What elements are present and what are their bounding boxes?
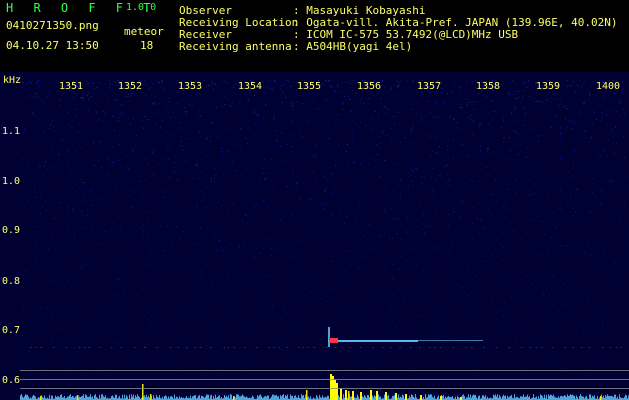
- time-tick-1356: 1356: [357, 81, 381, 92]
- time-tick-1354: 1354: [238, 81, 262, 92]
- freq-tick-0-7: 0.7: [2, 325, 20, 336]
- time-tick-1358: 1358: [476, 81, 500, 92]
- time-tick-1357: 1357: [417, 81, 441, 92]
- time-tick-1359: 1359: [536, 81, 560, 92]
- antenna-value: : A504HB(yagi 4el): [293, 40, 413, 53]
- spectrogram: kHz 1351 1352 1353 1354 1355 1356 1357 1…: [0, 72, 629, 400]
- meteor-label: meteor: [124, 25, 164, 38]
- header-panel: H R O F F T 1.0.0 0410271350.png 04.10.2…: [0, 0, 629, 72]
- freq-tick-0-6: 0.6: [2, 375, 20, 386]
- time-tick-1351: 1351: [59, 81, 83, 92]
- time-tick-1353: 1353: [178, 81, 202, 92]
- time-tick-1400: 1400: [596, 81, 620, 92]
- unit-label: kHz: [3, 75, 21, 86]
- file-name: 0410271350.png: [6, 19, 99, 32]
- app-version: 1.0.0: [126, 2, 157, 13]
- meteor-count: 18: [140, 39, 154, 52]
- time-tick-1355: 1355: [297, 81, 321, 92]
- antenna-key: Receiving antenna: [179, 40, 292, 53]
- capture-datetime: 04.10.27 13:50: [6, 39, 99, 52]
- time-tick-1352: 1352: [118, 81, 142, 92]
- freq-tick-1-1: 1.1: [2, 126, 20, 137]
- spectrogram-background: [0, 72, 629, 400]
- freq-tick-1-0: 1.0: [2, 176, 20, 187]
- freq-tick-0-9: 0.9: [2, 225, 20, 236]
- freq-tick-0-8: 0.8: [2, 276, 20, 287]
